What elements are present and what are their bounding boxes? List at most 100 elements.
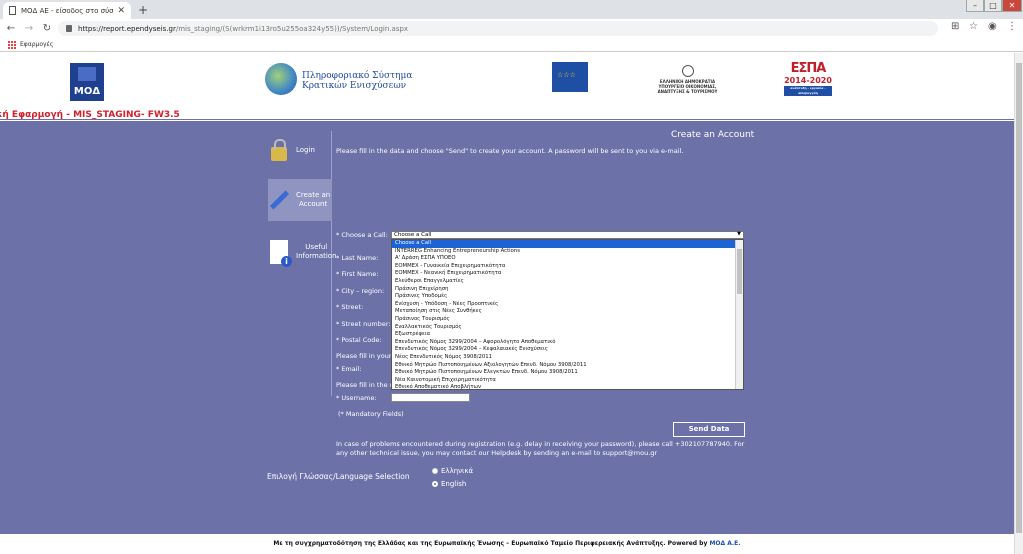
- environment-banner-text: κή Εφαρμογή - MIS_STAGING- FW3.5: [0, 110, 180, 120]
- bookmark-star-icon[interactable]: ☆: [969, 21, 978, 32]
- url-host: https://report.ependyseis.gr: [78, 24, 176, 33]
- browser-tabstrip: ΜΟΔ ΑΕ - είσοδος στο σύστημα ✕ + – □ ✕: [0, 0, 1023, 19]
- sidebar-info-line2: Information: [296, 252, 337, 260]
- city-label: * City – region:: [336, 287, 385, 295]
- language-english-label: English: [441, 480, 467, 488]
- back-icon[interactable]: ←: [4, 22, 18, 36]
- profile-icon[interactable]: ◉: [988, 21, 997, 32]
- espa-logo: ΕΣΠΑ 2014-2020 ανάπτυξη - εργασία - αλλη…: [784, 62, 832, 96]
- page: ΜΟΔ Πληροφοριακό Σύστημα Κρατικών Ενισχύ…: [0, 53, 1014, 554]
- url-path: /mis_staging/(S(wrkrm1i13ro5u255oa324y55…: [175, 24, 409, 33]
- espa-title: ΕΣΠΑ: [790, 61, 827, 76]
- call-option[interactable]: Πράσινες Υποδομές: [392, 293, 743, 301]
- form-intro: Please fill in the data and choose "Send…: [336, 147, 684, 155]
- send-data-button[interactable]: Send Data: [673, 422, 745, 437]
- form-heading: Create an Account: [671, 130, 755, 140]
- environment-banner: κή Εφαρμογή - MIS_STAGING- FW3.5: [0, 110, 1014, 120]
- footer-text: Με τη συγχρηματοδότηση της Ελλάδας και τ…: [273, 540, 710, 547]
- menu-icon[interactable]: ⋮: [1007, 21, 1017, 32]
- sidebar-create-line2: Account: [298, 200, 328, 208]
- first-name-label: * First Name:: [336, 270, 379, 278]
- info-document-icon: [268, 239, 292, 267]
- maximize-icon[interactable]: □: [984, 0, 1002, 12]
- username-label: * Username:: [336, 394, 377, 402]
- page-scrollbar[interactable]: [1014, 53, 1023, 554]
- ministry-logo: ΕΛΛΗΝΙΚΗ ΔΗΜΟΚΡΑΤΙΑ ΥΠΟΥΡΓΕΙΟ ΟΙΚΟΝΟΜΙΑΣ…: [650, 65, 725, 94]
- system-title: Πληροφοριακό Σύστημα Κρατικών Ενισχύσεων: [302, 71, 412, 91]
- sidebar-info-label: Useful Information: [296, 243, 337, 261]
- lock-icon: [268, 137, 290, 163]
- radio-greek[interactable]: [432, 468, 438, 474]
- email-instruction: Please fill in your e: [336, 352, 398, 360]
- call-option[interactable]: Εναλλακτικός Τουρισμός: [392, 324, 743, 332]
- tab-title: ΜΟΔ ΑΕ - είσοδος στο σύστημα: [21, 6, 114, 15]
- call-option[interactable]: Μεταποίηση στις Νέες Συνθήκες: [392, 308, 743, 316]
- close-tab-icon[interactable]: ✕: [117, 6, 125, 16]
- radio-english[interactable]: [432, 481, 438, 487]
- apps-label[interactable]: Εφαρμογές: [20, 41, 53, 48]
- username-instruction: Please fill in the us: [336, 381, 398, 389]
- moda-logo: ΜΟΔ: [70, 63, 104, 101]
- call-option[interactable]: Εξωστρέφεια: [392, 331, 743, 339]
- dropdown-scrollbar[interactable]: [735, 240, 743, 389]
- email-label: * Email:: [336, 365, 362, 373]
- street-number-label: * Street number:: [336, 320, 391, 328]
- call-option[interactable]: Ελεύθεροι Επαγγελματίες: [392, 278, 743, 286]
- call-dropdown-list[interactable]: Choose a Call INTERREG Enhancing Entrepre…: [391, 239, 744, 390]
- help-text: In case of problems encountered during r…: [336, 440, 745, 457]
- sidebar-item-useful-information[interactable]: Useful Information: [268, 237, 337, 267]
- document-icon: [9, 6, 16, 15]
- main-panel: Login Create an Account Useful Informati…: [0, 121, 1014, 534]
- system-title-line2: Κρατικών Ενισχύσεων: [302, 81, 407, 91]
- username-input[interactable]: [391, 393, 470, 402]
- sidebar-login-label: Login: [296, 146, 315, 154]
- reload-icon[interactable]: ↻: [40, 22, 54, 36]
- dropdown-arrow-icon: ▼: [737, 231, 741, 237]
- language-option-greek[interactable]: Ελληνικά: [432, 467, 473, 475]
- sidebar-item-login[interactable]: Login: [268, 135, 315, 165]
- sidebar-info-line1: Useful: [305, 243, 328, 251]
- eu-flag-logo: [552, 62, 588, 92]
- mandatory-note: (* Mandatory Fields): [338, 410, 404, 418]
- call-option[interactable]: Εθνικό Μητρώο Πιστοποιημένων Αξιολογητών…: [392, 362, 743, 370]
- globe-icon: [265, 63, 297, 95]
- choose-call-label: * Choose a Call:: [336, 231, 388, 239]
- call-option[interactable]: ΕΟΜΜΕΧ - Νεανική Επιχειρηματικότητα: [392, 270, 743, 278]
- postal-code-label: * Postal Code:: [336, 336, 382, 344]
- street-label: * Street:: [336, 303, 364, 311]
- new-tab-icon[interactable]: +: [138, 3, 148, 17]
- apps-icon[interactable]: [8, 40, 16, 49]
- logo-header: ΜΟΔ Πληροφοριακό Σύστημα Κρατικών Ενισχύ…: [0, 53, 1014, 110]
- forward-icon[interactable]: →: [22, 22, 36, 36]
- call-select[interactable]: Choose a Call ▼: [391, 231, 744, 239]
- footer: Με τη συγχρηματοδότηση της Ελλάδας και τ…: [0, 534, 1014, 554]
- greek-seal-icon: [681, 65, 694, 77]
- call-option[interactable]: Εθνικό Μητρώο Πιστοποιημένων Ελεγκτών Επ…: [392, 369, 743, 377]
- pen-icon: [268, 187, 290, 213]
- last-name-label: * Last Name:: [336, 254, 379, 262]
- language-option-english[interactable]: English: [432, 480, 466, 488]
- browser-tab[interactable]: ΜΟΔ ΑΕ - είσοδος στο σύστημα ✕: [3, 2, 131, 19]
- language-selection-label: Επιλογή Γλώσσας/Language Selection: [267, 472, 410, 481]
- call-select-value: Choose a Call: [394, 232, 432, 238]
- call-option[interactable]: Νέος Επενδυτικός Νόμος 3908/2011: [392, 354, 743, 362]
- bookmarks-bar: Εφαρμογές: [0, 38, 1023, 52]
- sidebar-item-create-account[interactable]: Create an Account: [268, 179, 332, 221]
- window-close-icon[interactable]: ✕: [1002, 0, 1022, 12]
- translate-icon[interactable]: ⊞: [951, 21, 959, 32]
- espa-tagline: ανάπτυξη - εργασία - αλληλεγγύη: [784, 86, 832, 96]
- call-option[interactable]: Εθνικό Αποθεματικό Αποβλήτων: [392, 384, 743, 389]
- system-title-line1: Πληροφοριακό Σύστημα: [302, 71, 413, 81]
- call-option[interactable]: Α' Δράση ΕΣΠΑ ΥΠΟΕΟ: [392, 255, 743, 263]
- address-bar[interactable]: https://report.ependyseis.gr/mis_staging…: [58, 21, 938, 36]
- espa-years: 2014-2020: [784, 76, 832, 85]
- call-option[interactable]: Πράσινος Τουρισμός: [392, 316, 743, 324]
- call-option[interactable]: Choose a Call: [392, 240, 743, 248]
- lock-icon: [66, 25, 72, 32]
- ministry-line3: ΑΝΑΠΤΥΞΗΣ & ΤΟΥΡΙΣΜΟΥ: [657, 89, 718, 94]
- call-option[interactable]: Επενδυτικός Νόμος 3299/2004 – Κεφαλαιακέ…: [392, 346, 743, 354]
- minimize-icon[interactable]: –: [966, 0, 984, 12]
- sidebar-create-line1: Create an: [296, 191, 331, 199]
- language-greek-label: Ελληνικά: [441, 467, 474, 475]
- footer-brand-link[interactable]: ΜΟΔ Α.Ε.: [709, 540, 740, 547]
